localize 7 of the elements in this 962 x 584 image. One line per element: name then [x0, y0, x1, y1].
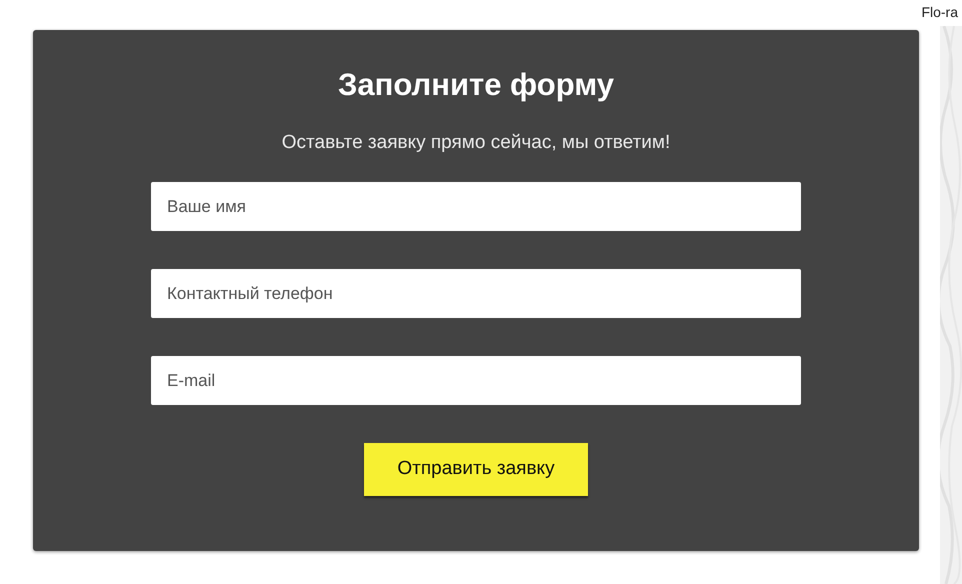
input-field[interactable]: Ваше имя [151, 182, 801, 231]
submit-button[interactable]: Отправить заявку [364, 443, 588, 496]
site-name: Flo-ra [921, 3, 958, 22]
form-subtitle: Оставьте заявку прямо сейчас, мы ответим! [282, 131, 670, 155]
form-title: Заполните форму [338, 66, 614, 104]
input-field[interactable]: E-mail [151, 356, 801, 405]
input-field[interactable]: Контактный телефон [151, 269, 801, 318]
